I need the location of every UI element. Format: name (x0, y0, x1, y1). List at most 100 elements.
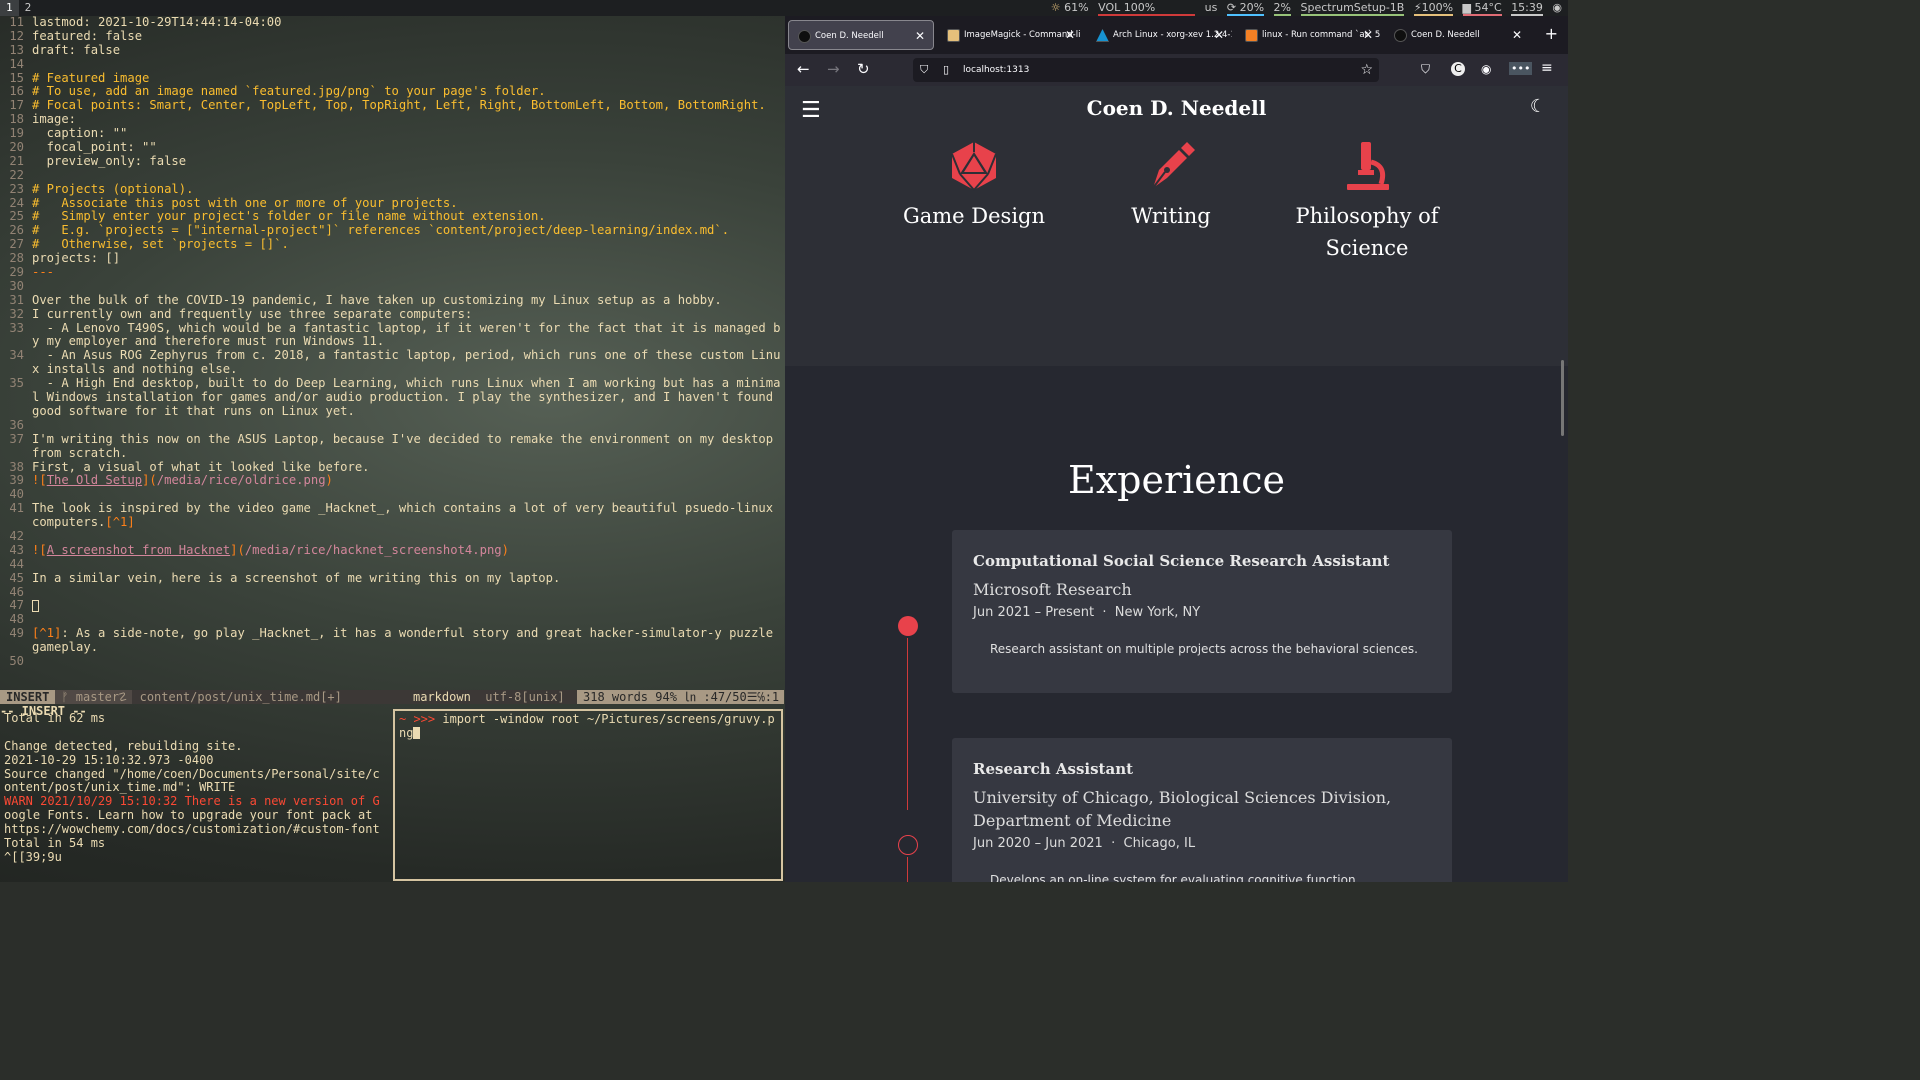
close-tab-icon[interactable]: ✕ (915, 21, 925, 49)
editor-line[interactable]: 39 ![The Old Setup](/media/rice/oldrice.p… (0, 473, 784, 488)
tab-arch-linux[interactable]: Arch Linux - xorg-xev 1.2.4-1 ✕ (1087, 20, 1232, 50)
pocket-icon[interactable]: ⛉ (1421, 62, 1430, 77)
tab-label: ImageMagick - Command-li (964, 30, 1081, 40)
tab-coen-needell-2[interactable]: Coen D. Needell ✕ (1385, 20, 1530, 50)
editor-line[interactable]: 24 # Associate this post with one or more… (0, 196, 784, 211)
shell-command[interactable]: import -window root ~/Pictures/screens/g… (399, 712, 775, 740)
editor-line[interactable]: 26 # E.g. `projects = ["internal-project"… (0, 223, 784, 238)
editor-line[interactable]: from scratch. (0, 446, 784, 461)
editor-line[interactable]: 13 draft: false (0, 42, 784, 58)
editor-line[interactable]: 48 (0, 612, 784, 627)
url-text[interactable]: localhost:1313 (963, 58, 1029, 82)
line-number: 20 (9, 140, 24, 155)
editor-line[interactable]: 38 First, a visual of what it looked like… (0, 459, 784, 475)
editor-line[interactable]: l Windows installation for games and/or … (0, 390, 784, 405)
terminal-shell[interactable]: ~ >>> import -window root ~/Pictures/scr… (393, 709, 783, 881)
editor-line[interactable]: 31 Over the bulk of the COVID-19 pandemic… (0, 293, 784, 308)
editor-line[interactable]: 15 # Featured image (0, 71, 784, 86)
timeline-dot-filled (898, 616, 918, 636)
imagemagick-favicon-icon (947, 29, 960, 42)
editor-line[interactable]: 44 (0, 556, 784, 572)
editor-line[interactable]: 35 - A High End desktop, built to do Dee… (0, 376, 784, 391)
close-tab-icon[interactable]: ✕ (1065, 20, 1075, 50)
editor-line[interactable]: 21 preview_only: false (0, 154, 784, 169)
menu-icon[interactable]: ≡ (1541, 60, 1553, 76)
editor-line[interactable]: 17 # Focal points: Smart, Center, TopLeft… (0, 98, 784, 113)
bookmark-star-icon[interactable]: ☆ (1360, 58, 1373, 82)
editor-line[interactable]: 22 (0, 168, 784, 183)
editor-line[interactable]: 45 In a similar vein, here is a screensho… (0, 571, 784, 586)
editor-line[interactable]: gameplay. (0, 640, 784, 655)
editor-line[interactable]: computers.[^1] (0, 515, 784, 530)
site-title[interactable]: Coen D. Needell (785, 96, 1568, 120)
editor-line[interactable]: 43 ![A screenshot from Hacknet](/media/ri… (0, 543, 784, 558)
line-number: 38 (9, 459, 24, 474)
job-role: Research Assistant (973, 760, 1134, 778)
editor-line[interactable]: 16 # To use, add an image named `featured… (0, 85, 784, 99)
editor-line[interactable]: 50 (0, 653, 784, 669)
editor-line[interactable]: 28 projects: [] (0, 251, 784, 266)
editor-line[interactable]: 34 - An Asus ROG Zephyrus from c. 2018, … (0, 348, 784, 363)
volume-indicator[interactable]: VOL 100% (1098, 1, 1196, 16)
editor-line[interactable]: 23 # Projects (optional). (0, 182, 784, 197)
new-tab-icon[interactable]: + (1545, 24, 1558, 43)
editor-line[interactable]: good software for it that runs on Linux … (0, 404, 784, 419)
tab-stackoverflow[interactable]: linux - Run command `at` 5 s ✕ (1236, 20, 1381, 50)
url-bar[interactable]: ⛉ ▯ localhost:1313 ☆ (913, 58, 1379, 82)
shell-prompt: ~ >>> (399, 712, 436, 726)
editor-line[interactable]: 46 (0, 585, 784, 600)
extension-c-icon[interactable]: C (1451, 62, 1465, 76)
extension-badge-icon[interactable]: ◉ (1481, 62, 1491, 76)
editor-line[interactable]: 42 (0, 529, 784, 544)
editor-line[interactable]: 33 - A Lenovo T490S, which would be a fa… (0, 321, 784, 336)
moon-icon[interactable]: ☾ (1530, 96, 1546, 117)
forward-arrow-icon[interactable]: → (827, 60, 840, 78)
web-page[interactable]: ☰ Coen D. Needell ☾ Game Design Writing … (785, 86, 1568, 882)
editor-line[interactable]: 14 (0, 57, 784, 72)
reload-icon[interactable]: ↻ (857, 60, 870, 78)
line-number: 50 (9, 653, 24, 668)
close-tab-icon[interactable]: ✕ (1363, 20, 1373, 50)
vim-editor[interactable]: 11 lastmod: 2021-10-29T14:44:14-04:00 12 fe… (0, 15, 784, 718)
keyboard-layout[interactable]: us (1205, 1, 1218, 14)
discord-tray-icon[interactable]: ◉ (1552, 1, 1562, 14)
editor-line[interactable]: 27 # Otherwise, set `projects = []`. (0, 237, 784, 252)
editor-line[interactable]: 20 focal_point: "" (0, 140, 784, 155)
line-number: 27 (9, 237, 24, 252)
close-tab-icon[interactable]: ✕ (1512, 20, 1522, 50)
editor-line[interactable]: 36 (0, 418, 784, 433)
editor-line[interactable]: 25 # Simply enter your project's folder o… (0, 210, 784, 224)
editor-line[interactable]: 32 I currently own and frequently use thr… (0, 307, 784, 322)
back-arrow-icon[interactable]: ← (797, 60, 810, 78)
editor-line[interactable]: 19 caption: "" (0, 126, 784, 141)
cpu-indicator: 2% (1273, 1, 1291, 16)
editor-line[interactable]: 40 (0, 487, 784, 502)
editor-line[interactable]: 37 I'm writing this now on the ASUS Lapto… (0, 432, 784, 447)
terminal-hugo-server[interactable]: Total in 62 ms Change detected, rebuildi… (0, 708, 390, 882)
editor-line[interactable]: 12 featured: false (0, 28, 784, 44)
editor-buffer[interactable]: 11 lastmod: 2021-10-29T14:44:14-04:00 12 fe… (0, 15, 784, 669)
extension-dots-icon[interactable]: ••• (1509, 62, 1533, 75)
editor-line[interactable]: 29 --- (0, 265, 784, 280)
editor-line[interactable]: 47 (0, 599, 784, 613)
line-number: 17 (9, 98, 24, 113)
editor-line[interactable]: y my employer and therefore must run Win… (0, 335, 784, 349)
line-number: 44 (9, 556, 24, 571)
tab-imagemagick[interactable]: ImageMagick - Command-li ✕ (938, 20, 1083, 50)
page-scrollbar[interactable] (1561, 360, 1564, 436)
line-number: 13 (9, 42, 24, 57)
line-number: 12 (9, 28, 24, 43)
editor-line[interactable]: x installs and nothing else. (0, 362, 784, 377)
editor-line[interactable]: 18 image: (0, 112, 784, 127)
editor-line[interactable]: 11 lastmod: 2021-10-29T14:44:14-04:00 (0, 15, 784, 30)
tab-coen-needell[interactable]: Coen D. Needell ✕ (788, 20, 934, 50)
editor-line[interactable]: 49 [^1]: As a side-note, go play _Hacknet… (0, 626, 784, 641)
close-tab-icon[interactable]: ✕ (1214, 20, 1224, 50)
editor-line[interactable]: 30 (0, 279, 784, 294)
shield-icon[interactable]: ⛉ (920, 58, 928, 82)
workspace-1[interactable]: 1 (0, 0, 19, 16)
editor-line[interactable]: 41 The look is inspired by the video game… (0, 501, 784, 516)
line-number: 19 (9, 126, 24, 141)
network-indicator: ⟳ 20% (1226, 1, 1265, 16)
workspace-2[interactable]: 2 (19, 0, 38, 16)
